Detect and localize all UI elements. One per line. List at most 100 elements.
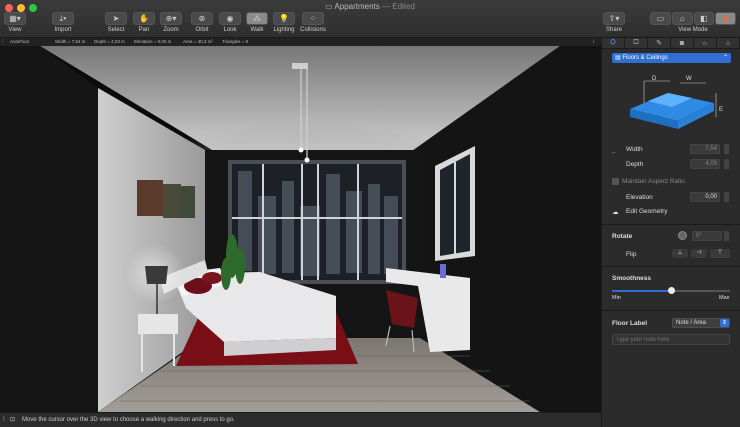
import-button[interactable]: ⤓▾ Import [50,12,76,33]
split-view-icon[interactable]: ◧ [693,12,715,25]
pan-button[interactable]: ✋ Pan [132,12,156,33]
status-bar: ⁞ ⊡ Move the cursor over the 3D view to … [0,412,601,427]
floor-label-label: Floor Label [612,320,648,327]
view-button[interactable]: ▦▾ View [4,12,26,33]
select-button[interactable]: ➤ Select [104,12,128,33]
3d-view-icon[interactable]: ◆ [715,12,736,25]
lightbulb-icon: 💡 [273,12,295,25]
lighting-button[interactable]: 💡 Lighting [270,12,298,33]
elevation-info: Elevation = 0,00 m [134,39,172,44]
edited-status: — Edited [382,2,415,11]
smoothness-slider[interactable] [612,287,730,294]
flip-both-icon[interactable]: ⊤ [710,249,730,258]
walk-button[interactable]: ⁂ Walk [245,12,269,33]
share-label: Share [605,27,622,33]
smoothness-label: Smoothness [612,275,652,282]
3d-view[interactable] [0,46,601,412]
floor-diagram: D W E [630,76,723,129]
zoom-label: Zoom [163,27,179,33]
diagram-e-label: E [719,107,723,113]
house-icon[interactable]: ⌂ [671,12,693,25]
inspector-panel: ⛭ ⛋ ✎ ◙ ☼ ⌂ ▤ Floors & Ceilings ⌃ D W E … [601,38,740,427]
tab-camera-icon[interactable]: ◙ [671,38,694,48]
info-icon[interactable]: ⅰ [593,38,594,46]
width-info: Width = 7,54 m [55,39,86,44]
walk-icon: ⁂ [246,12,268,25]
triangles-info: Triangles = 8 [222,39,248,44]
rotate-dial[interactable] [678,231,687,240]
view-label: View [8,27,22,33]
pan-label: Pan [138,27,150,33]
inspector-tabs: ⛭ ⛋ ✎ ◙ ☼ ⌂ [602,38,740,49]
3d-scene[interactable] [0,46,601,412]
aspect-ratio-label: Maintain Aspect Ratio [622,178,685,185]
arrow-icon: ➤ [105,12,127,25]
elevation-stepper[interactable] [724,192,729,202]
orbit-icon: ⊗ [191,12,213,25]
collisions-label: Collisions [300,27,326,33]
edit-geometry-icon[interactable]: ☁ [612,208,619,216]
tab-building-icon[interactable]: ⌂ [717,38,740,48]
tab-light-icon[interactable]: ☼ [694,38,717,48]
look-label: Look [223,27,237,33]
wall-picture-1 [137,180,163,216]
edit-geometry-button[interactable]: Edit Geometry [626,208,668,215]
category-select[interactable]: ▤ Floors & Ceilings ⌃ [612,53,731,63]
table-lamp [145,266,168,284]
smoothness-knob[interactable] [667,287,675,294]
floor-label-value: Note / Area [676,320,707,326]
flip-label: Flip [626,251,637,258]
link-bracket-icon[interactable]: ⌐ [612,150,616,157]
note-input[interactable] [612,334,730,345]
rotate-stepper[interactable] [724,231,729,241]
toolbar: ▭ Appartments — Edited ▦▾ View ⤓▾ Import… [0,0,740,38]
diagram-w-label: W [686,76,692,82]
view-mode-label: View Mode [678,27,708,33]
document-icon: ▭ [325,2,333,11]
rotate-field[interactable]: 0° [692,231,722,241]
area-info: Area = 30,3 m² [183,39,213,44]
share-button[interactable]: ⇪▾ Share [602,12,626,33]
depth-stepper[interactable] [724,159,729,169]
smoothness-min-label: Min [612,295,621,301]
depth-field[interactable]: 4,03 [690,159,720,169]
floor-icon: ▤ [615,55,621,61]
width-field[interactable]: 7,54 [690,144,720,154]
elevation-field[interactable]: 0,00 [690,192,720,202]
orbit-label: Orbit [195,27,209,33]
flip-horizontal-icon[interactable]: ⊣ [691,249,707,258]
info-square-icon: ⊡ [10,417,16,423]
width-stepper[interactable] [724,144,729,154]
tab-materials-icon[interactable]: ⛋ [625,38,648,48]
look-button[interactable]: ◉ Look [218,12,242,33]
sidebar-toggle-icon[interactable]: ⁞ [3,413,5,427]
aspect-ratio-checkbox[interactable] [612,178,619,185]
wall-picture-3 [181,186,195,218]
import-label: Import [54,27,72,33]
category-label: Floors & Ceilings [622,55,668,61]
smoothness-max-label: Max [719,295,730,301]
collisions-button[interactable]: ⁘ Collisions [298,12,328,33]
width-label: Width [626,146,643,153]
elevation-label: Elevation [626,194,653,201]
selection-info-bar: ⁞ AutoFloor Width = 7,54 m Depth = 4,03 … [0,38,601,46]
pendant-light [292,63,308,69]
2d-plan-icon[interactable]: ▭ [650,12,671,25]
eye-icon: ◉ [219,12,241,25]
depth-label: Depth [626,161,644,168]
zoom-button[interactable]: ⊕▾ Zoom [158,12,184,33]
orbit-button[interactable]: ⊗ Orbit [190,12,214,33]
import-icon: ⤓▾ [52,12,74,25]
zoom-icon: ⊕▾ [160,12,182,25]
sidebar-toggle-icon[interactable]: ⁞ [2,38,3,46]
object-name: AutoFloor [10,39,30,44]
walk-label: Walk [250,27,264,33]
tab-edit-icon[interactable]: ✎ [648,38,671,48]
floor-label-select[interactable]: Note / Area ⇕ [672,318,730,328]
view-mode-control[interactable]: ▭ ⌂ ◧ ◆ View Mode [650,12,736,33]
window-title: ▭ Appartments — Edited [0,2,740,11]
share-icon: ⇪▾ [603,12,625,25]
view-icon: ▦▾ [4,12,26,25]
tab-object-icon[interactable]: ⛭ [602,38,625,48]
flip-vertical-icon[interactable]: ⊥ [672,249,688,258]
